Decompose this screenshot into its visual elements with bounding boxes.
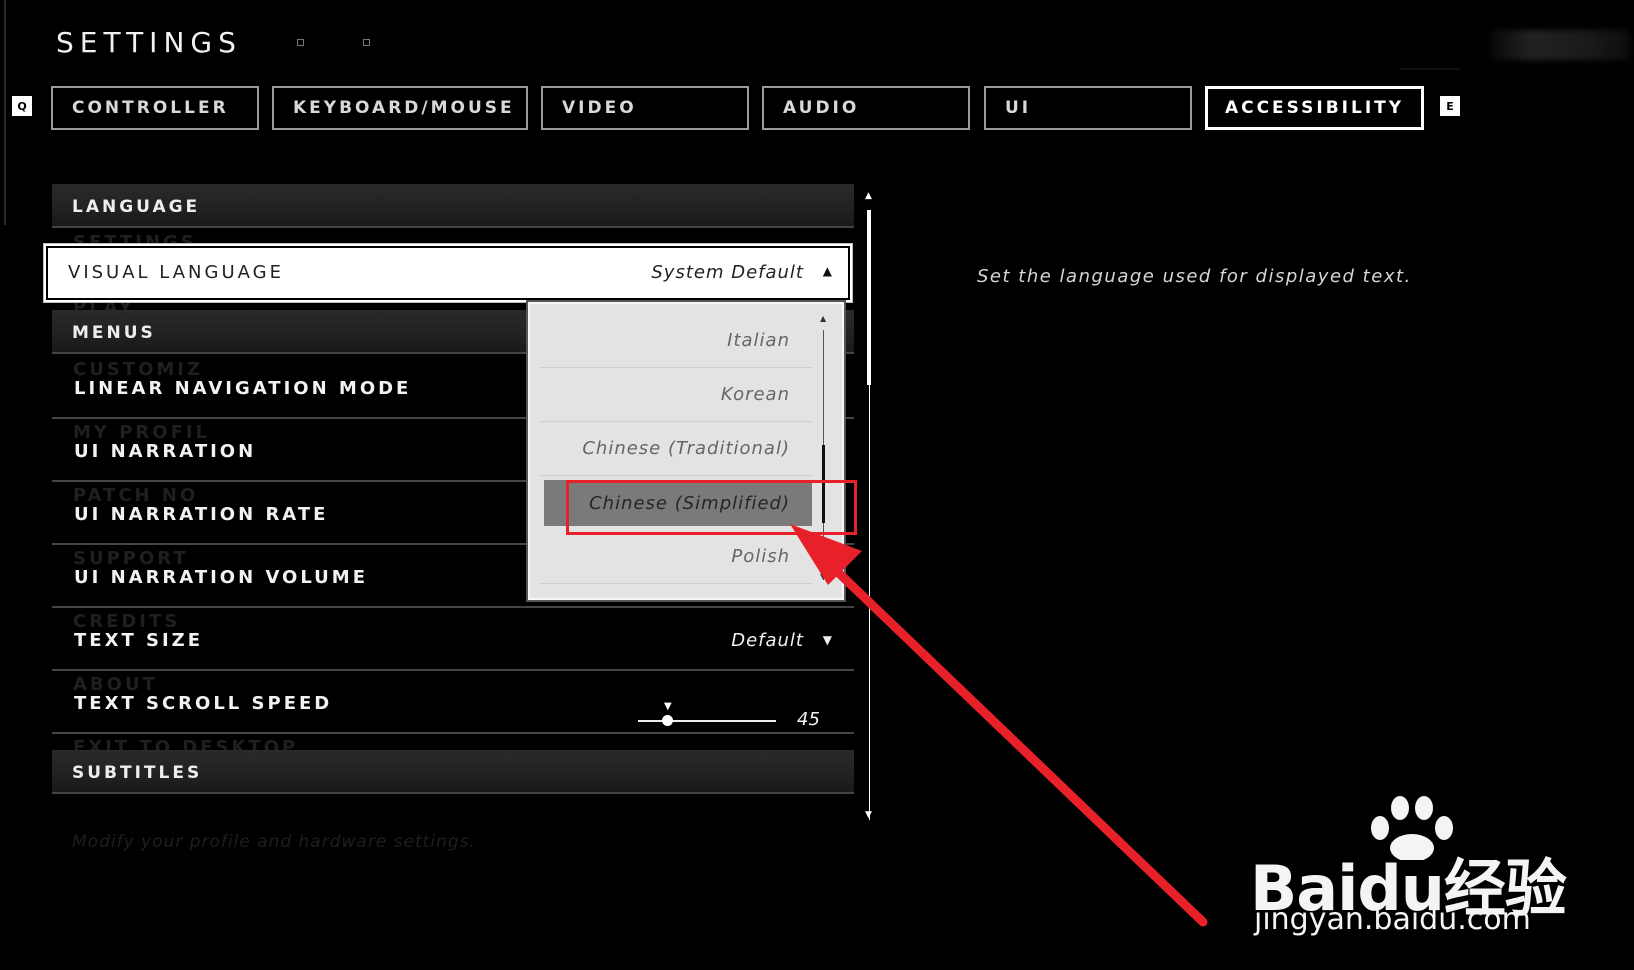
watermark-url: jingyan.baidu.com <box>1254 902 1531 937</box>
